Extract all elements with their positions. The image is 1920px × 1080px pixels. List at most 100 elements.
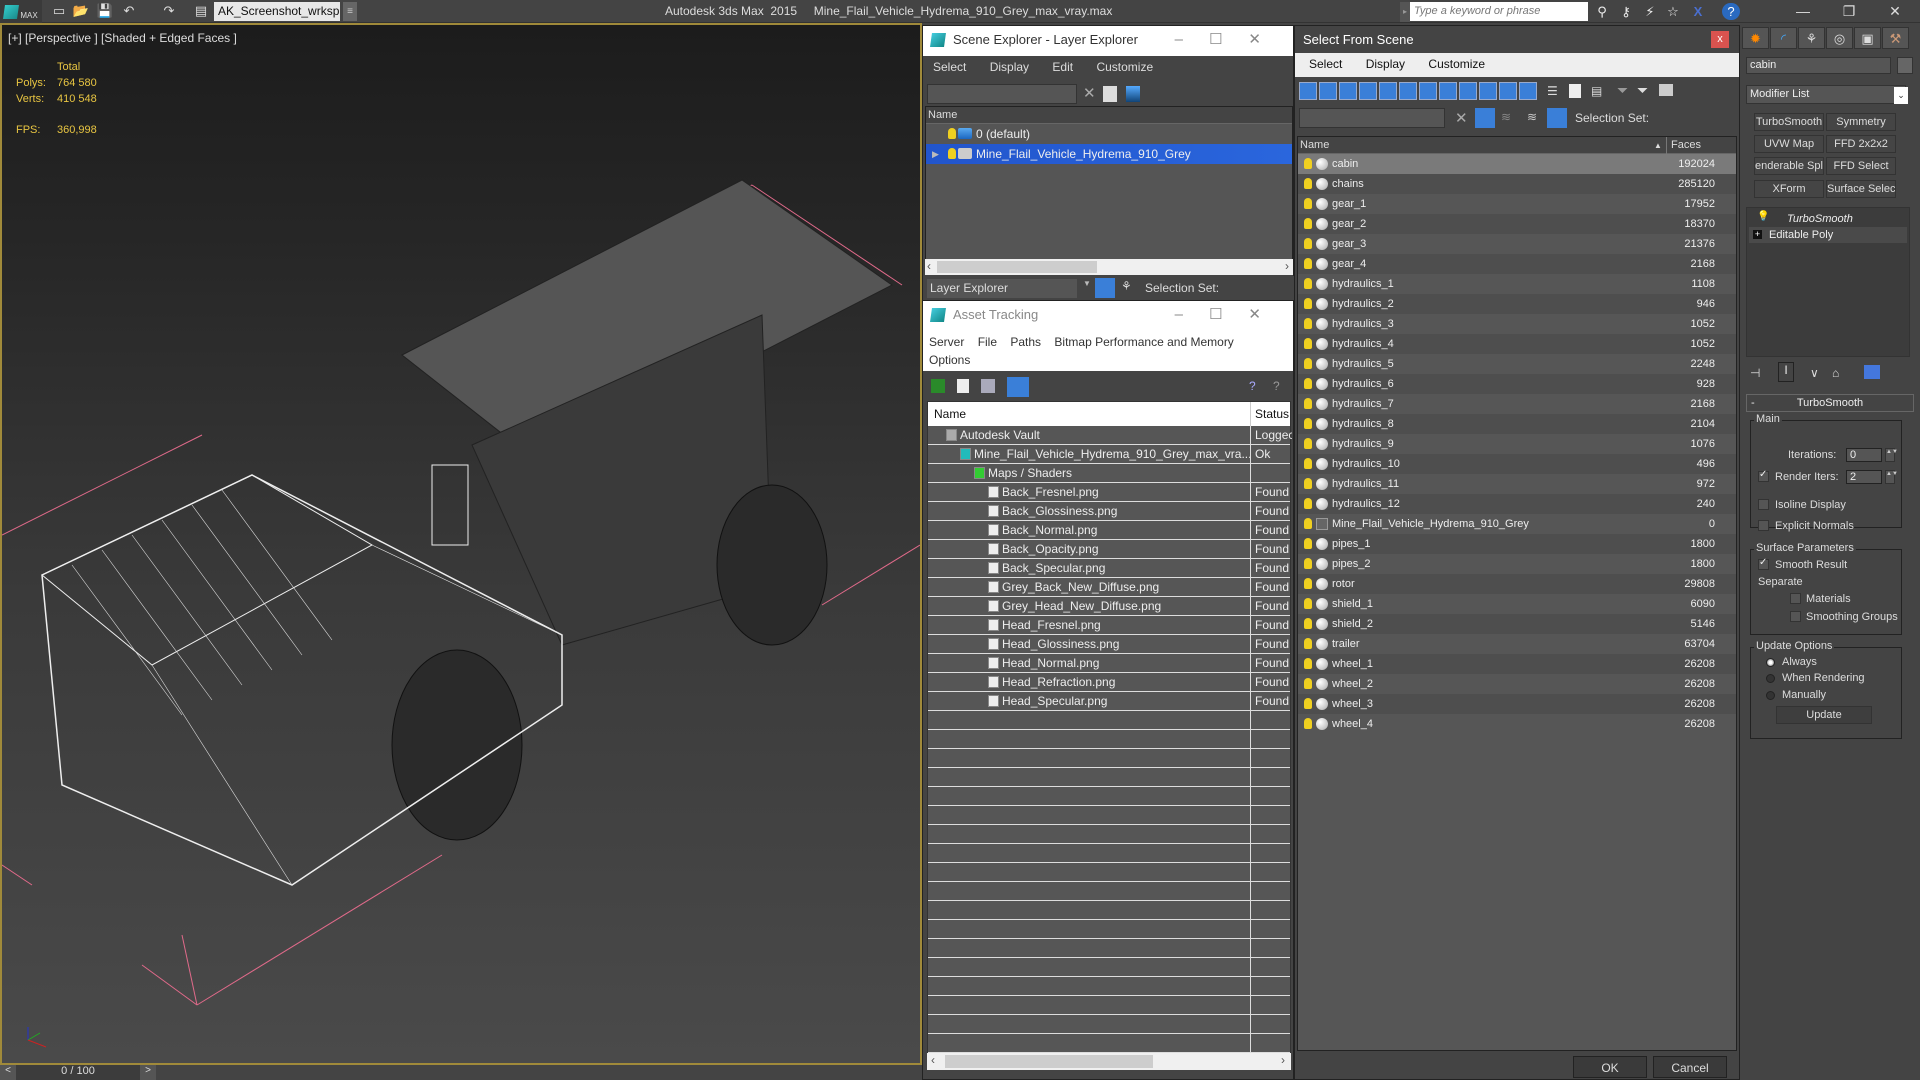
object-row[interactable]: shield_2 5146: [1298, 614, 1736, 634]
scroll-left-icon[interactable]: ‹: [927, 259, 931, 273]
display-frozen-icon[interactable]: [1499, 82, 1517, 100]
minimize-button[interactable]: —: [1780, 0, 1826, 23]
layer-filter-icon[interactable]: ≋: [1501, 110, 1511, 124]
ffd-select-button[interactable]: FFD Select: [1826, 157, 1896, 175]
redo-icon[interactable]: ↷: [160, 3, 178, 19]
light-bulb-icon[interactable]: [1304, 218, 1312, 229]
refresh-icon[interactable]: [931, 379, 945, 393]
menu-bitmap-performance[interactable]: Bitmap Performance and Memory: [1054, 335, 1233, 349]
vault-help-icon[interactable]: ?: [1249, 379, 1256, 393]
layer-row[interactable]: 0 (default): [926, 124, 1292, 144]
status-column-header[interactable]: Status: [1250, 402, 1289, 426]
filter-options-icon[interactable]: ⏷: [1637, 82, 1648, 99]
object-row[interactable]: gear_1 17952: [1298, 194, 1736, 214]
explorer-type-dropdown[interactable]: Layer Explorer: [927, 279, 1077, 298]
faces-column-header[interactable]: Faces: [1666, 137, 1701, 154]
hierarchy-icon[interactable]: ⚘: [1121, 279, 1132, 293]
object-color-swatch[interactable]: [1897, 57, 1913, 74]
asset-row[interactable]: Grey_Back_New_Diffuse.png Found: [928, 578, 1290, 597]
menu-customize[interactable]: Customize: [1096, 60, 1153, 74]
uvw-map-button[interactable]: UVW Map: [1754, 135, 1824, 153]
object-row[interactable]: hydraulics_7 2168: [1298, 394, 1736, 414]
object-row[interactable]: shield_1 6090: [1298, 594, 1736, 614]
asset-row[interactable]: Back_Normal.png Found: [928, 521, 1290, 540]
select-invert-icon[interactable]: ▤: [1591, 84, 1602, 98]
light-bulb-icon[interactable]: [1304, 518, 1312, 529]
isoline-display-checkbox[interactable]: [1758, 499, 1769, 510]
light-bulb-icon[interactable]: [1304, 198, 1312, 209]
object-row[interactable]: hydraulics_12 240: [1298, 494, 1736, 514]
dialog-close-button[interactable]: x: [1711, 31, 1729, 48]
vault-settings-icon[interactable]: ?: [1273, 379, 1280, 393]
light-bulb-icon[interactable]: [1304, 298, 1312, 309]
object-row[interactable]: hydraulics_2 946: [1298, 294, 1736, 314]
symmetry-button[interactable]: Symmetry: [1826, 113, 1896, 131]
update-always-radio[interactable]: [1766, 658, 1775, 667]
help-icon[interactable]: ?: [1722, 3, 1740, 20]
display-lights-icon[interactable]: [1339, 82, 1357, 100]
object-row[interactable]: hydraulics_5 2248: [1298, 354, 1736, 374]
asset-tracking-titlebar[interactable]: Asset Tracking –☐✕: [923, 301, 1293, 331]
display-geometry-icon[interactable]: [1299, 82, 1317, 100]
object-row[interactable]: wheel_4 26208: [1298, 714, 1736, 734]
menu-display[interactable]: Display: [990, 60, 1029, 74]
display-containers-icon[interactable]: [1479, 82, 1497, 100]
show-end-result-icon[interactable]: I: [1778, 362, 1794, 382]
render-iters-checkbox[interactable]: [1758, 469, 1769, 482]
scroll-right-icon[interactable]: ›: [1281, 1053, 1285, 1067]
turbosmooth-rollout-header[interactable]: - TurboSmooth: [1746, 394, 1914, 412]
window-controls[interactable]: –☐✕: [1175, 30, 1287, 48]
find-input[interactable]: [1299, 108, 1445, 128]
light-bulb-icon[interactable]: [1304, 578, 1312, 589]
asset-row[interactable]: Back_Opacity.png Found: [928, 540, 1290, 559]
object-name-field[interactable]: cabin: [1746, 57, 1891, 74]
object-row[interactable]: cabin 192024: [1298, 154, 1736, 174]
menu-edit[interactable]: Edit: [1052, 60, 1073, 74]
object-row[interactable]: pipes_2 1800: [1298, 554, 1736, 574]
display-groups-icon[interactable]: [1419, 82, 1437, 100]
object-row[interactable]: hydraulics_10 496: [1298, 454, 1736, 474]
hierarchy-tab-icon[interactable]: ⚘: [1798, 27, 1825, 49]
light-bulb-icon[interactable]: [1304, 438, 1312, 449]
ok-button[interactable]: OK: [1573, 1056, 1647, 1078]
light-bulb-icon[interactable]: [1304, 338, 1312, 349]
scroll-left-icon[interactable]: ‹: [931, 1053, 935, 1067]
light-bulb-icon[interactable]: [1304, 658, 1312, 669]
dropdown-arrow-icon[interactable]: ▼: [1083, 279, 1091, 288]
asset-row[interactable]: Head_Refraction.png Found: [928, 673, 1290, 692]
motion-tab-icon[interactable]: ◎: [1826, 27, 1853, 49]
light-bulb-icon[interactable]: [1304, 638, 1312, 649]
menu-select[interactable]: Select: [1309, 57, 1342, 71]
remove-modifier-icon[interactable]: ⌂: [1832, 366, 1839, 380]
turbosmooth-button[interactable]: TurboSmooth: [1754, 113, 1824, 131]
object-row[interactable]: pipes_1 1800: [1298, 534, 1736, 554]
light-bulb-icon[interactable]: [1304, 558, 1312, 569]
asset-row[interactable]: Back_Glossiness.png Found: [928, 502, 1290, 521]
light-bulb-icon[interactable]: [948, 128, 956, 139]
asset-row[interactable]: Mine_Flail_Vehicle_Hydrema_910_Grey_max_…: [928, 445, 1290, 464]
layers-icon[interactable]: ≋: [1527, 110, 1537, 124]
light-bulb-icon[interactable]: 💡: [1757, 211, 1769, 222]
search-expand-icon[interactable]: ▸: [1400, 2, 1410, 22]
iterations-spinner[interactable]: 0: [1846, 448, 1882, 462]
add-to-layer-icon[interactable]: [1103, 86, 1117, 102]
scene-search-input[interactable]: [927, 84, 1077, 104]
filter-icon[interactable]: ⏷: [1617, 82, 1628, 99]
light-bulb-icon[interactable]: [1304, 678, 1312, 689]
layer-mode-icon[interactable]: [1095, 278, 1115, 298]
time-slider[interactable]: < 0 / 100 >: [0, 1065, 922, 1080]
object-row[interactable]: hydraulics_9 1076: [1298, 434, 1736, 454]
display-cameras-icon[interactable]: [1359, 82, 1377, 100]
object-row[interactable]: gear_3 21376: [1298, 234, 1736, 254]
undo-icon[interactable]: ↶: [120, 3, 138, 19]
scene-explorer-titlebar[interactable]: Scene Explorer - Layer Explorer –☐✕: [923, 26, 1293, 56]
render-iters-spinner[interactable]: 2: [1846, 470, 1882, 484]
asset-row[interactable]: Head_Fresnel.png Found: [928, 616, 1290, 635]
save-icon[interactable]: 💾: [96, 3, 114, 19]
menu-customize[interactable]: Customize: [1428, 57, 1485, 71]
light-bulb-icon[interactable]: [1304, 458, 1312, 469]
light-bulb-icon[interactable]: [1304, 418, 1312, 429]
filter-toggle-icon[interactable]: [1475, 108, 1495, 128]
object-row[interactable]: hydraulics_6 928: [1298, 374, 1736, 394]
light-bulb-icon[interactable]: [1304, 178, 1312, 189]
